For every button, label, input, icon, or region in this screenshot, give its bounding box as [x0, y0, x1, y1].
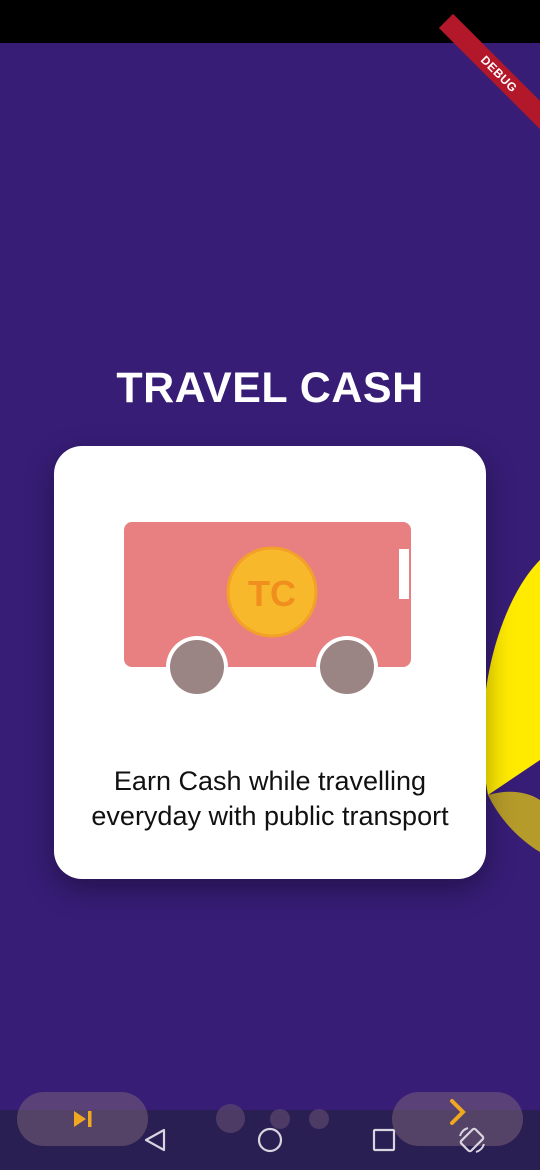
wheel-right	[320, 640, 374, 694]
back-triangle-icon	[144, 1128, 166, 1152]
skip-next-icon	[73, 1111, 91, 1127]
home-circle-icon	[257, 1127, 283, 1153]
skip-button[interactable]	[17, 1092, 148, 1146]
page-indicator-dot	[309, 1109, 329, 1129]
page-title: TRAVEL CASH	[116, 364, 424, 412]
wheel-left	[170, 640, 224, 694]
home-button[interactable]	[255, 1125, 285, 1155]
card-description: Earn Cash while travelling everyday with…	[91, 766, 449, 831]
recents-button[interactable]	[369, 1125, 399, 1155]
back-button[interactable]	[140, 1125, 170, 1155]
page-indicator-dot-active	[216, 1104, 245, 1133]
bus-door	[399, 549, 409, 599]
yellow-decor-shape	[482, 560, 540, 795]
coin-label: TC	[248, 573, 296, 614]
feature-card: TC Earn Cash while travelling everyday w…	[54, 446, 486, 879]
onboarding-screen: DEBUG TRAVEL CASH TC Earn Cash while tra…	[0, 0, 540, 1170]
rotate-screen-icon	[459, 1127, 485, 1153]
bus-illustration: TC	[124, 522, 411, 698]
rotate-button[interactable]	[455, 1123, 489, 1157]
olive-decor-shape	[488, 791, 540, 852]
recents-square-icon	[372, 1128, 396, 1152]
chevron-right-icon	[449, 1099, 466, 1125]
